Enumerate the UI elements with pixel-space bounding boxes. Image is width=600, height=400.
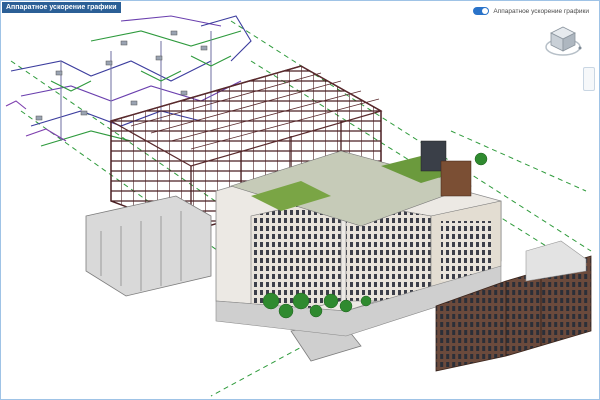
- toggle-switch[interactable]: [473, 7, 490, 15]
- hardware-acceleration-title: Аппаратное ускорение графики: [2, 2, 121, 13]
- model-viewport[interactable]: Аппаратное ускорение графики Аппаратное …: [0, 0, 600, 400]
- hardware-acceleration-toggle[interactable]: Аппаратное ускорение графики: [473, 7, 589, 15]
- toggle-knob: [482, 8, 489, 14]
- building-model-3d[interactable]: [1, 1, 599, 399]
- viewcube-icon[interactable]: [543, 23, 583, 59]
- navigation-bar-icon[interactable]: [583, 67, 595, 91]
- toggle-label: Аппаратное ускорение графики: [493, 7, 589, 15]
